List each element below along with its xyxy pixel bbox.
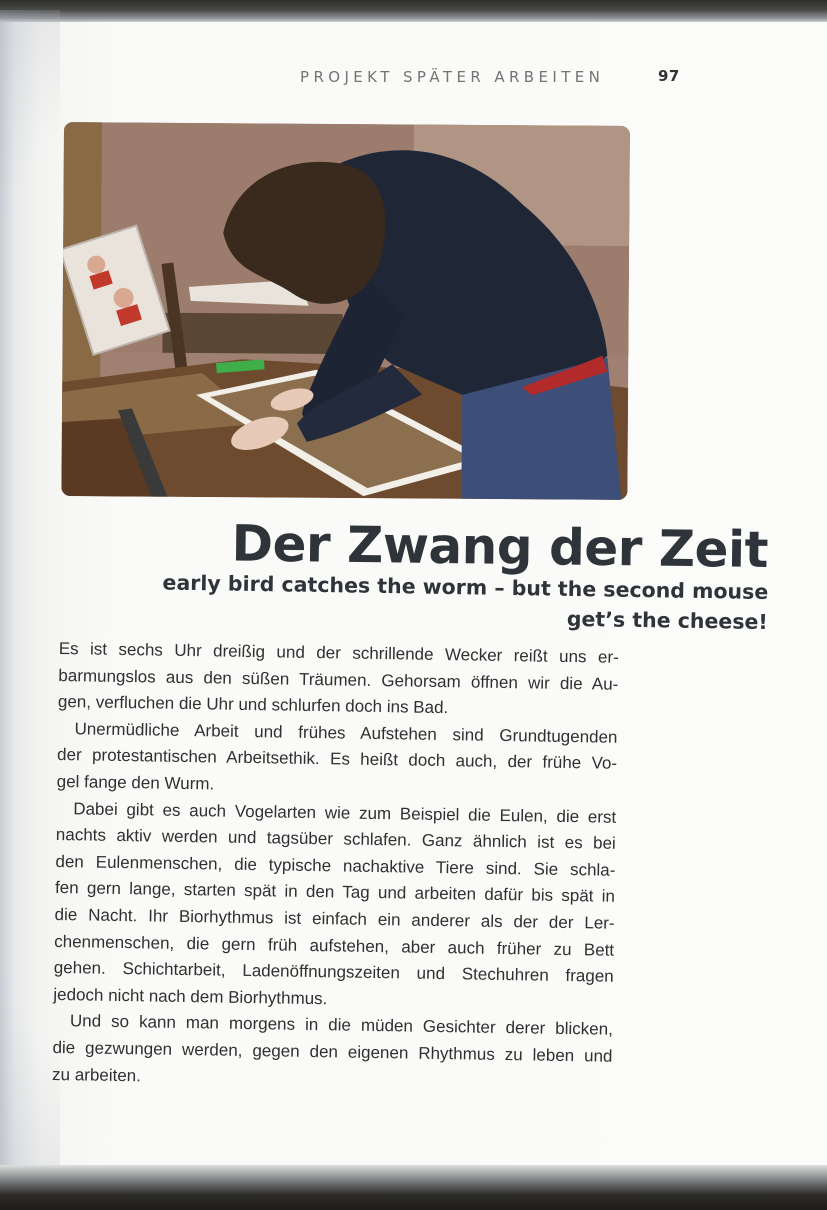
article-subheadline: early bird catches the worm – but the se… <box>120 567 769 637</box>
running-head: PROJEKT SPÄTER ARBEITEN 97 <box>300 67 700 86</box>
article-photo <box>61 122 630 500</box>
scan-top-edge <box>0 0 827 22</box>
article-body: Es ist sechs Uhr dreißig und der schrill… <box>52 636 619 1097</box>
scanned-book-page: PROJEKT SPÄTER ARBEITEN 97 Der Zwang der… <box>0 0 827 1210</box>
page-gutter-shadow <box>0 10 60 1180</box>
scan-bottom-edge <box>0 1165 827 1210</box>
running-head-section: PROJEKT SPÄTER ARBEITEN <box>300 68 605 86</box>
page-number: 97 <box>658 67 680 85</box>
